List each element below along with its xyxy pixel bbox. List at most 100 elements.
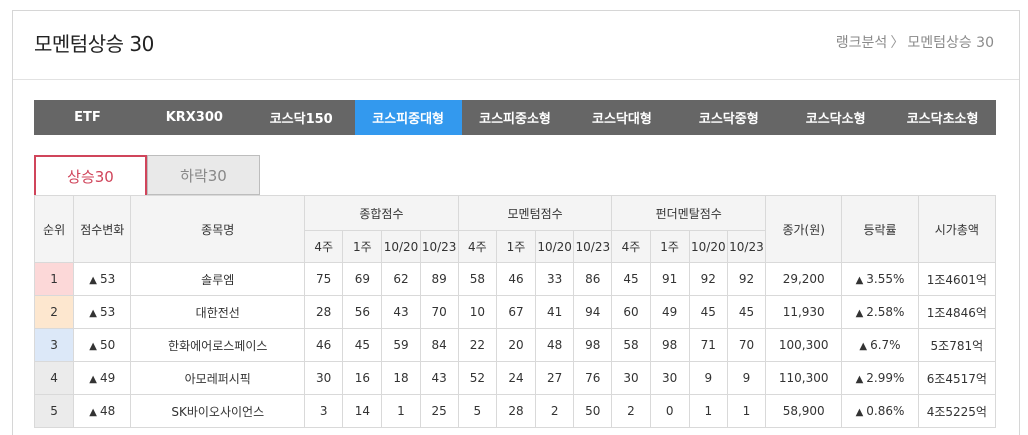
- tab-market-1[interactable]: KRX300: [141, 100, 248, 135]
- fundamental-score-cell: 92: [688, 262, 728, 296]
- tab-market-8[interactable]: 코스닥초소형: [889, 100, 996, 135]
- change-rate-value: 2.99%: [866, 371, 905, 385]
- close-price-cell: 29,200: [765, 262, 843, 296]
- stock-name[interactable]: 솔루엠: [130, 262, 306, 296]
- header-name: 종목명: [130, 195, 306, 263]
- fundamental-score-cell: 9: [688, 361, 728, 395]
- total-score-cell: 28: [304, 295, 344, 329]
- stock-name[interactable]: SK바이오사이언스: [130, 394, 306, 428]
- page-header: 모멘텀상승 30 랭크분석 〉 모멘텀상승 30: [13, 11, 1019, 80]
- rank-cell: 3: [33, 328, 75, 362]
- fundamental-score-cell: 71: [688, 328, 728, 362]
- total-score-cell: 18: [381, 361, 421, 395]
- fundamental-score-cell: 0: [649, 394, 690, 428]
- subheader-fundamental-1: 1주: [649, 230, 690, 263]
- momentum-score-cell: 52: [457, 361, 497, 395]
- change-rate-cell: ▲ 2.99%: [841, 361, 919, 395]
- change-rate-value: 0.86%: [866, 404, 905, 418]
- table-row[interactable]: 4 ▲ 49 아모레퍼시픽 30 16 18 43 52 24 27 76 30 30 9 9 110,300 ▲…: [33, 361, 997, 395]
- page-title: 모멘텀상승 30: [34, 32, 154, 56]
- score-change-value: 49: [99, 371, 116, 385]
- momentum-score-cell: 76: [573, 361, 613, 395]
- score-change-cell: ▲ 49: [73, 361, 132, 395]
- tab-market-7[interactable]: 코스닥소형: [782, 100, 889, 135]
- fundamental-score-cell: 60: [611, 295, 651, 329]
- tab-market-6[interactable]: 코스닥중형: [675, 100, 782, 135]
- fundamental-score-cell: 45: [726, 295, 767, 329]
- subheader-fundamental-0: 4주: [611, 230, 651, 263]
- table-row[interactable]: 1 ▲ 53 솔루엠 75 69 62 89 58 46 33 86 45 91 92 92 29,200 ▲ 3.…: [33, 262, 997, 296]
- header-market-cap: 시가총액: [917, 195, 997, 263]
- subheader-total-2: 10/20: [381, 230, 421, 263]
- subheader-fundamental-2: 10/20: [688, 230, 728, 263]
- total-score-cell: 89: [419, 262, 459, 296]
- momentum-score-cell: 41: [535, 295, 575, 329]
- momentum-score-cell: 24: [495, 361, 537, 395]
- header-close: 종가(원): [765, 195, 843, 263]
- breadcrumb: 랭크분석 〉 모멘텀상승 30: [836, 32, 994, 52]
- tab-market-2[interactable]: 코스닥150: [248, 100, 355, 135]
- breadcrumb-current: 모멘텀상승 30: [907, 35, 994, 51]
- score-change-value: 48: [99, 404, 116, 418]
- momentum-score-cell: 10: [457, 295, 497, 329]
- fundamental-score-cell: 9: [726, 361, 767, 395]
- triangle-up-icon: ▲: [89, 308, 97, 319]
- total-score-cell: 3: [304, 394, 344, 428]
- table-row[interactable]: 3 ▲ 50 한화에어로스페이스 46 45 59 84 22 20 48 98 58 98 71 70 100…: [33, 328, 997, 362]
- tab-market-3[interactable]: 코스피중대형: [354, 100, 462, 135]
- momentum-score-cell: 2: [535, 394, 575, 428]
- stock-name[interactable]: 대한전선: [130, 295, 306, 329]
- breadcrumb-parent[interactable]: 랭크분석: [836, 35, 888, 51]
- total-score-cell: 56: [342, 295, 383, 329]
- momentum-score-cell: 27: [535, 361, 575, 395]
- rank-cell: 5: [33, 394, 75, 428]
- total-score-cell: 1: [381, 394, 421, 428]
- score-change-value: 53: [99, 305, 116, 319]
- score-change-cell: ▲ 53: [73, 295, 132, 329]
- triangle-up-icon: ▲: [855, 374, 864, 385]
- header-fundamental-score: 펀더멘탈점수: [611, 195, 767, 231]
- subheader-momentum-1: 1주: [495, 230, 537, 263]
- change-rate-cell: ▲ 0.86%: [841, 394, 919, 428]
- fundamental-score-cell: 45: [688, 295, 728, 329]
- content-panel: 모멘텀상승 30 랭크분석 〉 모멘텀상승 30 ETF KRX300 코스닥150 코스…: [12, 10, 1020, 435]
- total-score-cell: 45: [342, 328, 383, 362]
- tab-up30[interactable]: 상승30: [34, 155, 147, 196]
- tab-market-0[interactable]: ETF: [34, 100, 141, 135]
- triangle-up-icon: ▲: [855, 308, 864, 319]
- market-cap-cell: 6조4517억: [917, 361, 997, 395]
- tab-market-4[interactable]: 코스피중소형: [462, 100, 569, 135]
- subheader-momentum-3: 10/23: [573, 230, 613, 263]
- table-row[interactable]: 5 ▲ 48 SK바이오사이언스 3 14 1 25 5 28 2 50 2 0 1 1 58,900 ▲ 0.86…: [33, 394, 997, 428]
- fundamental-score-cell: 30: [649, 361, 690, 395]
- fundamental-score-cell: 58: [611, 328, 651, 362]
- momentum-score-cell: 94: [573, 295, 613, 329]
- total-score-cell: 70: [419, 295, 459, 329]
- triangle-up-icon: ▲: [89, 407, 97, 418]
- momentum-score-cell: 98: [573, 328, 613, 362]
- tab-down30[interactable]: 하락30: [147, 155, 260, 195]
- fundamental-score-cell: 98: [649, 328, 690, 362]
- stock-name[interactable]: 한화에어로스페이스: [130, 328, 306, 362]
- close-price-cell: 100,300: [765, 328, 843, 362]
- fundamental-score-cell: 1: [726, 394, 767, 428]
- triangle-up-icon: ▲: [855, 275, 864, 286]
- total-score-cell: 59: [381, 328, 421, 362]
- total-score-cell: 43: [381, 295, 421, 329]
- fundamental-score-cell: 92: [726, 262, 767, 296]
- total-score-cell: 14: [342, 394, 383, 428]
- change-rate-value: 6.7%: [870, 338, 901, 352]
- momentum-score-cell: 48: [535, 328, 575, 362]
- subheader-momentum-2: 10/20: [535, 230, 575, 263]
- total-score-cell: 46: [304, 328, 344, 362]
- subheader-total-3: 10/23: [419, 230, 459, 263]
- subheader-fundamental-3: 10/23: [726, 230, 767, 263]
- total-score-cell: 43: [419, 361, 459, 395]
- tab-market-5[interactable]: 코스닥대형: [568, 100, 675, 135]
- table-row[interactable]: 2 ▲ 53 대한전선 28 56 43 70 10 67 41 94 60 49 45 45 11,930 ▲ 2…: [33, 295, 997, 329]
- fundamental-score-cell: 45: [611, 262, 651, 296]
- total-score-cell: 75: [304, 262, 344, 296]
- market-cap-cell: 1조4846억: [917, 295, 997, 329]
- stock-name[interactable]: 아모레퍼시픽: [130, 361, 306, 395]
- momentum-score-cell: 28: [495, 394, 537, 428]
